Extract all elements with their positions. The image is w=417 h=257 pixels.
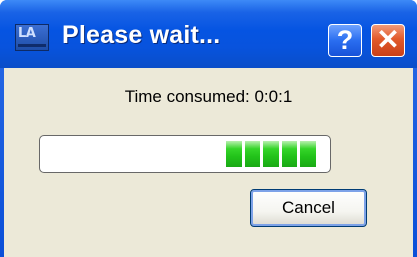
progress-chunk <box>226 141 242 167</box>
wait-dialog: LA Please wait... ? ✕ Time consumed: 0:0… <box>0 0 417 257</box>
progress-chunk <box>263 141 279 167</box>
progress-chunk <box>300 141 316 167</box>
cancel-button[interactable]: Cancel <box>250 189 367 227</box>
app-icon-bar <box>18 44 46 47</box>
progress-track <box>44 141 324 167</box>
title-bar[interactable]: LA Please wait... ? ✕ <box>0 0 417 68</box>
window-title: Please wait... <box>62 21 221 49</box>
progress-chunk <box>244 141 261 167</box>
dialog-body: Time consumed: 0:0:1 Cancel <box>4 68 413 257</box>
progress-bar <box>39 135 331 173</box>
app-icon: LA <box>15 24 49 51</box>
time-consumed-label: Time consumed: 0:0:1 <box>124 87 293 106</box>
help-button[interactable]: ? <box>328 24 362 57</box>
close-button[interactable]: ✕ <box>371 24 405 57</box>
app-icon-label: LA <box>18 26 36 41</box>
progress-chunk <box>281 141 298 167</box>
